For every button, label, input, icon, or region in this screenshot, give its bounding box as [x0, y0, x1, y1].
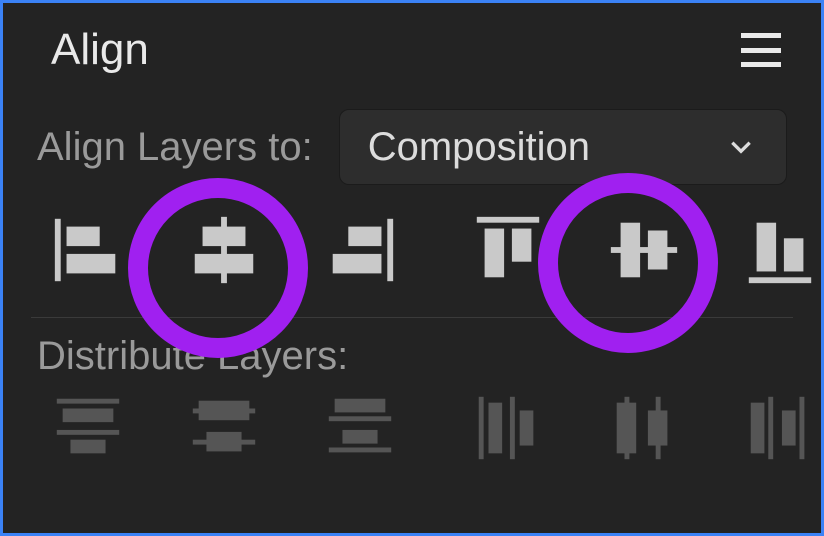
- panel-header: Align: [3, 3, 821, 101]
- distribute-right-button: [739, 387, 821, 469]
- align-vertical-center-button[interactable]: [603, 209, 685, 291]
- align-vertical-group: [467, 209, 821, 291]
- distribute-left-button: [467, 387, 549, 469]
- align-left-button[interactable]: [47, 209, 129, 291]
- align-horizontal-group: [47, 209, 401, 291]
- panel-title: Align: [51, 25, 149, 75]
- align-panel: Align Align Layers to: Composition: [3, 3, 821, 533]
- align-top-button[interactable]: [467, 209, 549, 291]
- align-to-row: Align Layers to: Composition: [3, 101, 821, 195]
- align-right-button[interactable]: [319, 209, 401, 291]
- align-to-dropdown[interactable]: Composition: [339, 109, 787, 185]
- align-to-dropdown-value: Composition: [368, 125, 590, 170]
- align-horizontal-center-button[interactable]: [183, 209, 265, 291]
- distribute-vertical-center-button: [183, 387, 265, 469]
- align-buttons-row: [3, 195, 821, 309]
- chevron-down-icon: [728, 134, 754, 160]
- distribute-vertical-group: [47, 387, 401, 469]
- distribute-horizontal-center-button: [603, 387, 685, 469]
- align-to-label: Align Layers to:: [37, 125, 313, 170]
- distribute-top-button: [47, 387, 129, 469]
- distribute-label: Distribute Layers:: [3, 318, 821, 379]
- distribute-horizontal-group: [467, 387, 821, 469]
- distribute-buttons-row: [3, 379, 821, 487]
- align-bottom-button[interactable]: [739, 209, 821, 291]
- panel-menu-icon[interactable]: [741, 33, 781, 67]
- distribute-bottom-button: [319, 387, 401, 469]
